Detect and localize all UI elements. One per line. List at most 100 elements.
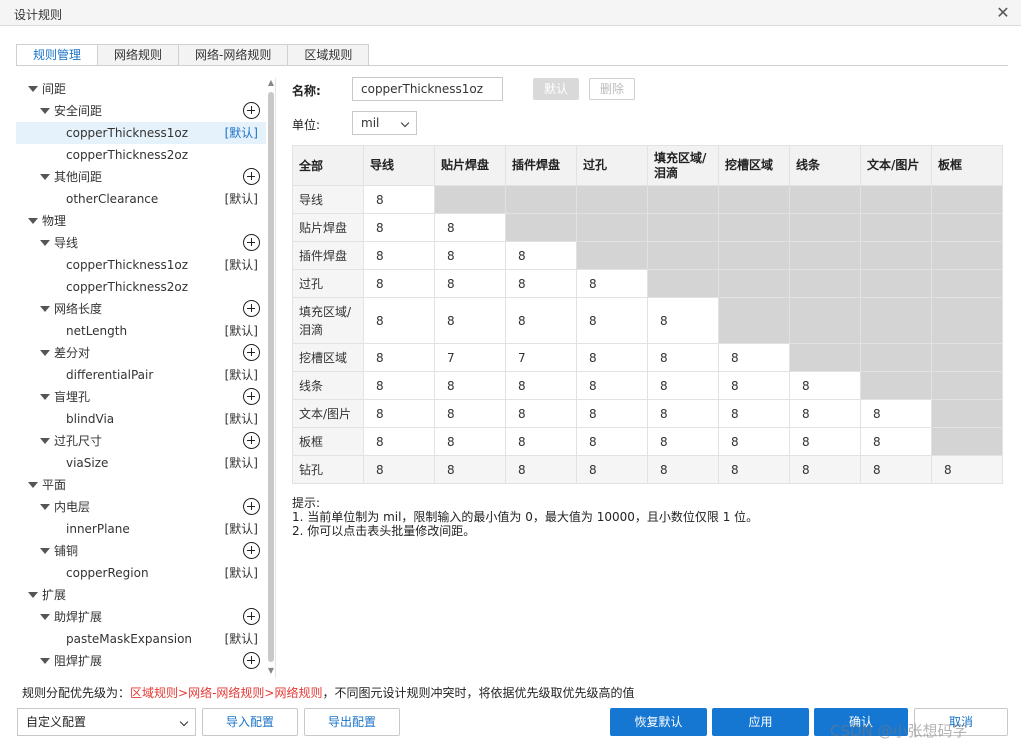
add-rule-icon[interactable] xyxy=(243,498,260,515)
tree-item[interactable]: copperThickness1oz [默认] xyxy=(16,254,266,276)
matrix-row-header[interactable]: 插件焊盘 xyxy=(292,241,364,270)
matrix-column-header[interactable]: 挖槽区域 xyxy=(718,145,790,186)
add-rule-icon[interactable] xyxy=(243,608,260,625)
tree-item[interactable]: 其他间距 xyxy=(16,166,266,188)
tree-item[interactable]: copperThickness1oz [默认] xyxy=(16,122,266,144)
clearance-cell[interactable]: 8 xyxy=(363,399,435,428)
unit-select[interactable]: mil xyxy=(352,111,417,135)
matrix-row-header[interactable]: 过孔 xyxy=(292,269,364,298)
tree-item[interactable]: 助焊扩展 xyxy=(16,606,266,628)
export-config-button[interactable]: 导出配置 xyxy=(304,708,400,736)
clearance-cell[interactable]: 8 xyxy=(576,371,648,400)
tree-item[interactable]: 阻焊扩展 xyxy=(16,650,266,672)
clearance-cell[interactable]: 8 xyxy=(576,297,648,344)
caret-down-icon[interactable] xyxy=(40,240,50,246)
clearance-cell[interactable]: 8 xyxy=(363,241,435,270)
name-input[interactable]: copperThickness1oz xyxy=(352,77,503,101)
caret-down-icon[interactable] xyxy=(40,438,50,444)
tree-item[interactable]: 平面 xyxy=(16,474,266,496)
matrix-row-header[interactable]: 挖槽区域 xyxy=(292,343,364,372)
clearance-cell[interactable]: 8 xyxy=(434,241,506,270)
clearance-cell[interactable]: 8 xyxy=(718,343,790,372)
clearance-cell[interactable]: 8 xyxy=(505,241,577,270)
clearance-cell[interactable]: 8 xyxy=(718,427,790,456)
clearance-cell[interactable]: 8 xyxy=(647,455,719,484)
clearance-cell[interactable]: 8 xyxy=(647,371,719,400)
clearance-cell[interactable]: 8 xyxy=(505,455,577,484)
clearance-cell[interactable]: 8 xyxy=(718,399,790,428)
close-icon[interactable]: ✕ xyxy=(993,3,1013,22)
clearance-cell[interactable]: 8 xyxy=(434,213,506,242)
matrix-column-header[interactable]: 插件焊盘 xyxy=(505,145,577,186)
clearance-cell[interactable]: 8 xyxy=(434,427,506,456)
clearance-cell[interactable]: 8 xyxy=(860,399,932,428)
matrix-row-header[interactable]: 贴片焊盘 xyxy=(292,213,364,242)
clearance-cell[interactable]: 8 xyxy=(789,371,861,400)
tree-item[interactable]: copperRegion [默认] xyxy=(16,562,266,584)
matrix-row-header[interactable]: 文本/图片 xyxy=(292,399,364,428)
tab-1[interactable]: 网络规则 xyxy=(97,44,179,66)
restore-default-button[interactable]: 恢复默认 xyxy=(610,708,707,736)
tree-item[interactable]: viaSize [默认] xyxy=(16,452,266,474)
matrix-row-header[interactable]: 填充区域/ 泪滴 xyxy=(292,297,364,344)
clearance-cell[interactable]: 8 xyxy=(363,297,435,344)
tree-item[interactable]: blindVia [默认] xyxy=(16,408,266,430)
caret-down-icon[interactable] xyxy=(40,350,50,356)
caret-down-icon[interactable] xyxy=(40,394,50,400)
tab-2[interactable]: 网络-网络规则 xyxy=(178,44,288,66)
delete-button[interactable]: 删除 xyxy=(589,78,635,100)
clearance-cell[interactable]: 8 xyxy=(434,297,506,344)
caret-down-icon[interactable] xyxy=(40,614,50,620)
caret-down-icon[interactable] xyxy=(40,658,50,664)
tree-item[interactable]: 差分对 xyxy=(16,342,266,364)
clearance-cell[interactable]: 8 xyxy=(363,185,435,214)
tree-item[interactable]: 安全间距 xyxy=(16,100,266,122)
tree-item[interactable]: 扩展 xyxy=(16,584,266,606)
matrix-row-header[interactable]: 导线 xyxy=(292,185,364,214)
matrix-row-header[interactable]: 钻孔 xyxy=(292,455,364,484)
clearance-cell[interactable]: 8 xyxy=(931,455,1003,484)
clearance-cell[interactable]: 8 xyxy=(434,371,506,400)
clearance-cell[interactable]: 8 xyxy=(576,427,648,456)
clearance-cell[interactable]: 8 xyxy=(789,427,861,456)
tree-item[interactable]: 盲埋孔 xyxy=(16,386,266,408)
clearance-cell[interactable]: 8 xyxy=(860,427,932,456)
tree-item[interactable]: copperThickness2oz xyxy=(16,276,266,298)
default-button[interactable]: 默认 xyxy=(533,78,579,100)
clearance-cell[interactable]: 8 xyxy=(363,269,435,298)
tree-item[interactable]: innerPlane [默认] xyxy=(16,518,266,540)
tab-0[interactable]: 规则管理 xyxy=(16,44,98,66)
add-rule-icon[interactable] xyxy=(243,300,260,317)
caret-down-icon[interactable] xyxy=(28,592,38,598)
tree-item[interactable]: otherClearance [默认] xyxy=(16,188,266,210)
matrix-column-header[interactable]: 贴片焊盘 xyxy=(434,145,506,186)
clearance-cell[interactable]: 8 xyxy=(576,343,648,372)
matrix-row-header[interactable]: 板框 xyxy=(292,427,364,456)
caret-down-icon[interactable] xyxy=(40,108,50,114)
add-rule-icon[interactable] xyxy=(243,168,260,185)
tree-item[interactable]: 导线 xyxy=(16,232,266,254)
clearance-cell[interactable]: 8 xyxy=(505,297,577,344)
tree-item[interactable]: differentialPair [默认] xyxy=(16,364,266,386)
add-rule-icon[interactable] xyxy=(243,542,260,559)
clearance-cell[interactable]: 8 xyxy=(505,269,577,298)
clearance-cell[interactable]: 8 xyxy=(505,427,577,456)
tree-item[interactable]: 内电层 xyxy=(16,496,266,518)
add-rule-icon[interactable] xyxy=(243,102,260,119)
tree-item[interactable]: copperThickness2oz xyxy=(16,144,266,166)
clearance-cell[interactable]: 8 xyxy=(647,343,719,372)
caret-down-icon[interactable] xyxy=(40,174,50,180)
clearance-cell[interactable]: 7 xyxy=(434,343,506,372)
scroll-down-icon[interactable]: ▼ xyxy=(266,666,276,675)
caret-down-icon[interactable] xyxy=(28,218,38,224)
matrix-column-header[interactable]: 过孔 xyxy=(576,145,648,186)
clearance-cell[interactable]: 8 xyxy=(363,371,435,400)
caret-down-icon[interactable] xyxy=(40,504,50,510)
clearance-cell[interactable]: 8 xyxy=(505,371,577,400)
caret-down-icon[interactable] xyxy=(40,306,50,312)
clearance-cell[interactable]: 8 xyxy=(434,399,506,428)
clearance-cell[interactable]: 8 xyxy=(363,213,435,242)
clearance-cell[interactable]: 8 xyxy=(718,371,790,400)
import-config-button[interactable]: 导入配置 xyxy=(202,708,298,736)
clearance-cell[interactable]: 8 xyxy=(647,297,719,344)
